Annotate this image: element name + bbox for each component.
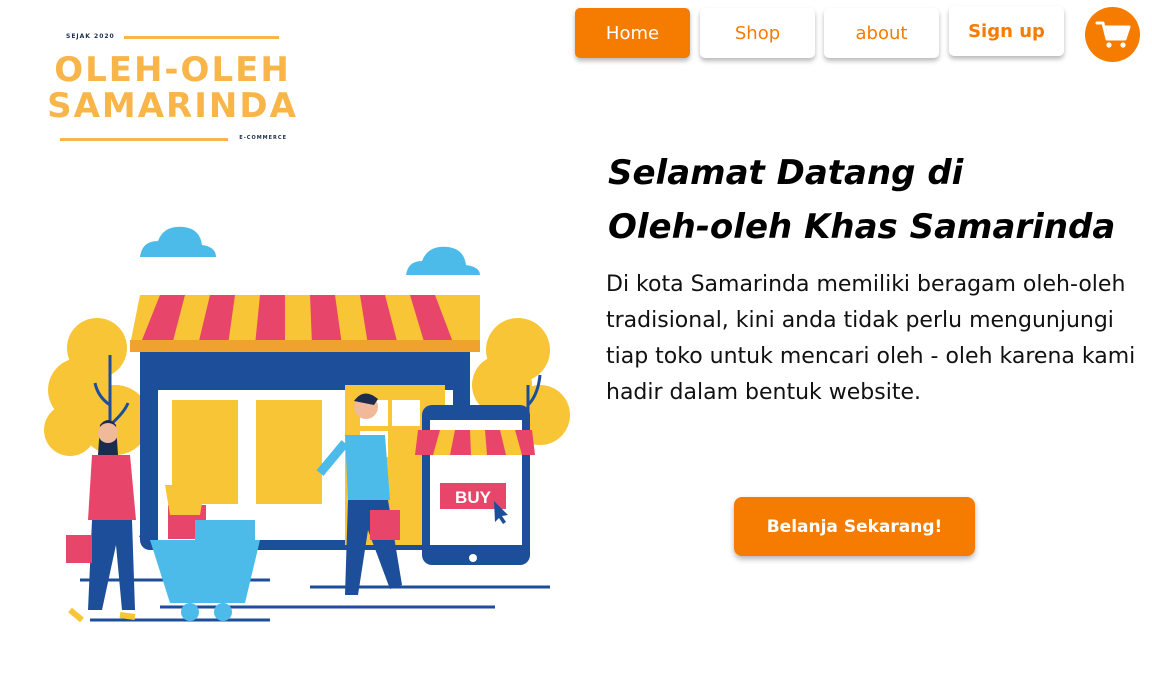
logo-bottom-bar [60,138,228,141]
cart-icon [1095,21,1130,48]
cloud-icon [140,226,216,257]
hero-title-line2: Oleh-oleh Khas Samarinda [608,207,1116,247]
buy-label: BUY [455,488,492,507]
cloud-icon [406,246,480,275]
nav-about-button[interactable]: about [824,8,939,58]
logo-line1: OLEH-OLEH [54,50,291,90]
nav-home-button[interactable]: Home [575,8,690,58]
site-logo[interactable]: SEJAK 2020 OLEH-OLEH SAMARINDA E-COMMERC… [30,30,315,148]
nav-signup-button[interactable]: Sign up [949,6,1064,56]
nav-shop-button[interactable]: Shop [700,8,815,58]
shop-illustration: BUY [44,226,570,623]
hero-description: Di kota Samarinda memiliki beragam oleh-… [606,272,1136,405]
logo-since-text: SEJAK 2020 [66,33,115,40]
store-awning [130,295,480,352]
phone-icon: BUY [415,405,535,565]
cart-button[interactable] [1085,7,1140,62]
logo-ecommerce-text: E-COMMERCE [239,135,287,141]
store-window [256,400,322,504]
shop-now-button[interactable]: Belanja Sekarang! [734,497,975,556]
hero-title: Selamat Datang di Oleh-oleh Khas Samarin… [608,146,1138,254]
hero-title-line1: Selamat Datang di [608,153,964,193]
logo-line2: SAMARINDA [47,86,298,126]
logo-top-bar [124,36,279,39]
